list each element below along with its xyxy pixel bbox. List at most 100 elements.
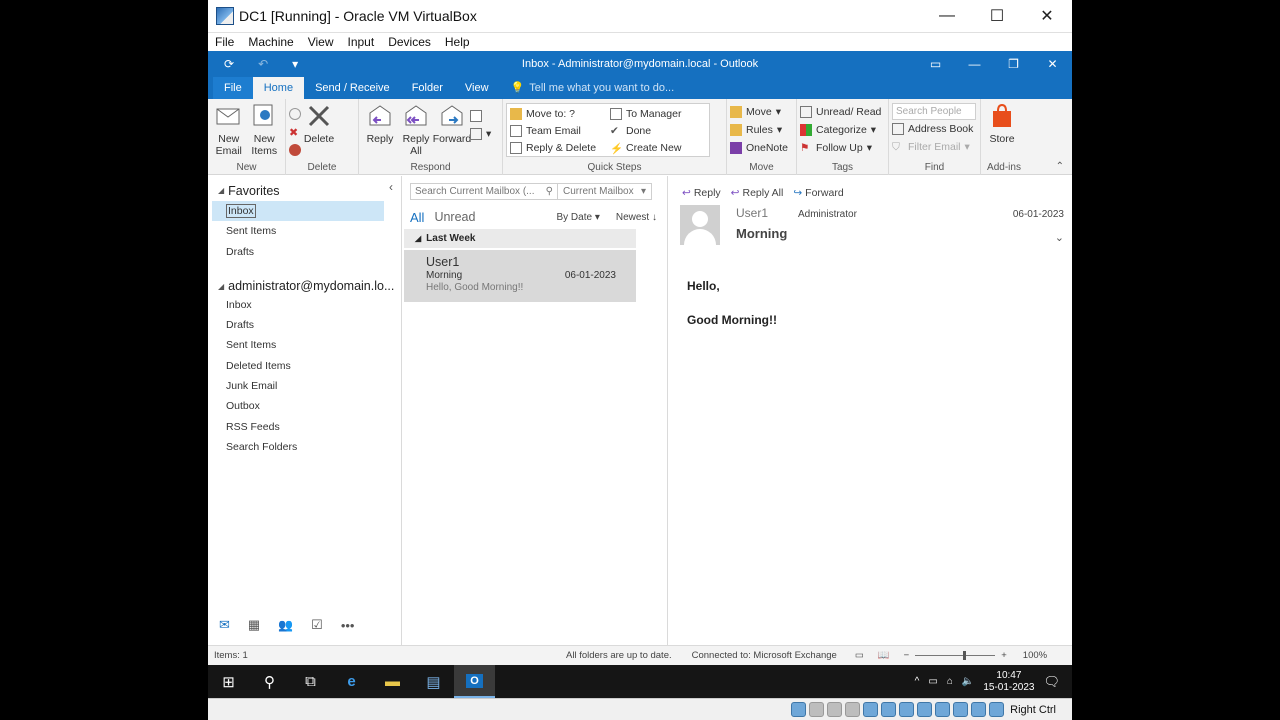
- quickstep-to-manager[interactable]: To Manager: [610, 105, 704, 122]
- search-input[interactable]: Search Current Mailbox (... ⚲: [410, 183, 558, 200]
- new-items-button[interactable]: New Items: [247, 103, 283, 157]
- video-capture-icon[interactable]: [935, 702, 951, 717]
- ribbon-display-options-icon[interactable]: ▭: [916, 57, 955, 71]
- tab-home[interactable]: Home: [252, 77, 305, 99]
- address-book-button[interactable]: Address Book: [892, 120, 976, 138]
- keyboard-icon[interactable]: [989, 702, 1005, 717]
- cleanup-button[interactable]: ✖: [289, 123, 301, 141]
- ignore-button[interactable]: [289, 105, 301, 123]
- reply-all-button[interactable]: Reply All: [398, 103, 434, 157]
- server-manager-icon[interactable]: ▤: [413, 665, 454, 698]
- close-button[interactable]: ✕: [1022, 6, 1072, 26]
- network-icon[interactable]: ⌂: [947, 676, 953, 687]
- undo-icon[interactable]: ↶: [258, 57, 268, 71]
- more-modules-icon[interactable]: •••: [341, 618, 355, 633]
- audio-icon[interactable]: [845, 702, 861, 717]
- filter-unread[interactable]: Unread: [434, 210, 475, 224]
- group-header-last-week[interactable]: ◢ Last Week: [404, 229, 636, 248]
- move-button[interactable]: Move ▾: [730, 103, 788, 121]
- folder-inbox[interactable]: Inbox: [208, 295, 401, 315]
- quickstep-team-email[interactable]: Team Email: [510, 122, 610, 139]
- account-header[interactable]: ◢ administrator@mydomain.lo...: [208, 272, 401, 295]
- more-respond-button[interactable]: ▾: [470, 125, 491, 143]
- collapse-ribbon-icon[interactable]: ⌃: [1056, 161, 1064, 172]
- quickstep-move-to[interactable]: Move to: ?: [510, 105, 610, 122]
- optical-drive-icon[interactable]: [809, 702, 825, 717]
- tab-send-receive[interactable]: Send / Receive: [304, 77, 401, 99]
- cpu-icon[interactable]: [953, 702, 969, 717]
- expand-header-icon[interactable]: ⌄: [1055, 231, 1064, 244]
- message-item[interactable]: User1 Morning Hello, Good Morning!! 06-0…: [404, 250, 636, 302]
- folder-outbox[interactable]: Outbox: [208, 396, 401, 416]
- mail-icon[interactable]: ✉: [219, 617, 230, 633]
- search-icon[interactable]: ⚲: [249, 665, 290, 698]
- start-icon[interactable]: ⊞: [208, 665, 249, 698]
- usb-icon[interactable]: [881, 702, 897, 717]
- folder-rss-feeds[interactable]: RSS Feeds: [208, 417, 401, 437]
- unread-read-button[interactable]: Unread/ Read: [800, 103, 881, 121]
- tell-me-box[interactable]: 💡 Tell me what you want to do...: [500, 77, 686, 99]
- onenote-button[interactable]: OneNote: [730, 139, 788, 157]
- store-button[interactable]: Store: [984, 103, 1020, 145]
- menu-machine[interactable]: Machine: [248, 35, 293, 49]
- outlook-minimize-button[interactable]: —: [955, 57, 994, 71]
- people-icon[interactable]: 👥: [278, 618, 293, 632]
- tab-file[interactable]: File: [213, 77, 253, 99]
- quickstep-reply-delete[interactable]: Reply & Delete: [510, 139, 610, 156]
- favorites-header[interactable]: ◢ Favorites: [208, 176, 401, 199]
- mouse-integration-icon[interactable]: [971, 702, 987, 717]
- floppy-icon[interactable]: [827, 702, 843, 717]
- sort-by-dropdown[interactable]: By Date ▾: [556, 212, 599, 223]
- folder-search-folders[interactable]: Search Folders: [208, 437, 401, 457]
- tasks-icon[interactable]: ☑: [311, 617, 323, 633]
- sort-order-toggle[interactable]: Newest ↓: [616, 212, 657, 223]
- zoom-level[interactable]: 100%: [1023, 650, 1047, 661]
- folder-junk-email[interactable]: Junk Email: [208, 376, 401, 396]
- categorize-button[interactable]: Categorize ▾: [800, 121, 881, 139]
- new-email-button[interactable]: New Email: [211, 103, 247, 157]
- reading-recipient[interactable]: Administrator: [798, 209, 857, 220]
- zoom-out-icon[interactable]: −: [904, 650, 910, 661]
- battery-icon[interactable]: ▭: [928, 676, 937, 687]
- menu-help[interactable]: Help: [445, 35, 470, 49]
- normal-view-icon[interactable]: ▭: [855, 650, 864, 661]
- folder-sent-items[interactable]: Sent Items: [208, 335, 401, 355]
- junk-button[interactable]: [289, 141, 301, 159]
- network-adapter-icon[interactable]: [863, 702, 879, 717]
- reading-reply-all-button[interactable]: ↩ Reply All: [731, 187, 784, 199]
- task-view-icon[interactable]: ⧉: [290, 665, 331, 698]
- filter-all[interactable]: All: [410, 210, 424, 225]
- file-explorer-icon[interactable]: ▬: [372, 665, 413, 698]
- rules-button[interactable]: Rules ▾: [730, 121, 788, 139]
- reply-button[interactable]: Reply: [362, 103, 398, 145]
- search-scope-dropdown[interactable]: Current Mailbox ▾: [558, 183, 652, 200]
- minimize-button[interactable]: —: [922, 7, 972, 25]
- outlook-close-button[interactable]: ✕: [1033, 57, 1072, 71]
- zoom-slider[interactable]: [915, 651, 996, 660]
- favorites-inbox[interactable]: Inbox: [212, 201, 384, 222]
- calendar-icon[interactable]: ▦: [248, 617, 260, 633]
- show-hidden-icons-icon[interactable]: ^: [915, 676, 920, 687]
- reading-sender[interactable]: User1: [736, 206, 768, 220]
- reading-reply-button[interactable]: ↩ Reply: [682, 187, 721, 199]
- outlook-restore-button[interactable]: ❐: [994, 57, 1033, 71]
- display-icon[interactable]: [917, 702, 933, 717]
- maximize-button[interactable]: ☐: [972, 6, 1022, 26]
- reading-forward-button[interactable]: ↪ Forward: [793, 187, 843, 199]
- collapse-pane-icon[interactable]: ‹: [389, 180, 393, 194]
- tab-folder[interactable]: Folder: [401, 77, 454, 99]
- hard-disk-icon[interactable]: [791, 702, 807, 717]
- clock[interactable]: 10:47 15-01-2023: [983, 670, 1034, 694]
- folder-drafts[interactable]: Drafts: [208, 315, 401, 335]
- favorites-sent-items[interactable]: Sent Items: [208, 221, 401, 241]
- menu-file[interactable]: File: [215, 35, 234, 49]
- delete-button[interactable]: Delete: [301, 103, 337, 145]
- forward-button[interactable]: Forward: [433, 103, 471, 145]
- menu-view[interactable]: View: [308, 35, 334, 49]
- menu-devices[interactable]: Devices: [388, 35, 431, 49]
- volume-icon[interactable]: 🔈: [962, 676, 974, 687]
- favorites-drafts[interactable]: Drafts: [208, 242, 401, 262]
- zoom-in-icon[interactable]: +: [1001, 650, 1007, 661]
- notifications-icon[interactable]: 🗨: [1043, 674, 1060, 690]
- tab-view[interactable]: View: [454, 77, 500, 99]
